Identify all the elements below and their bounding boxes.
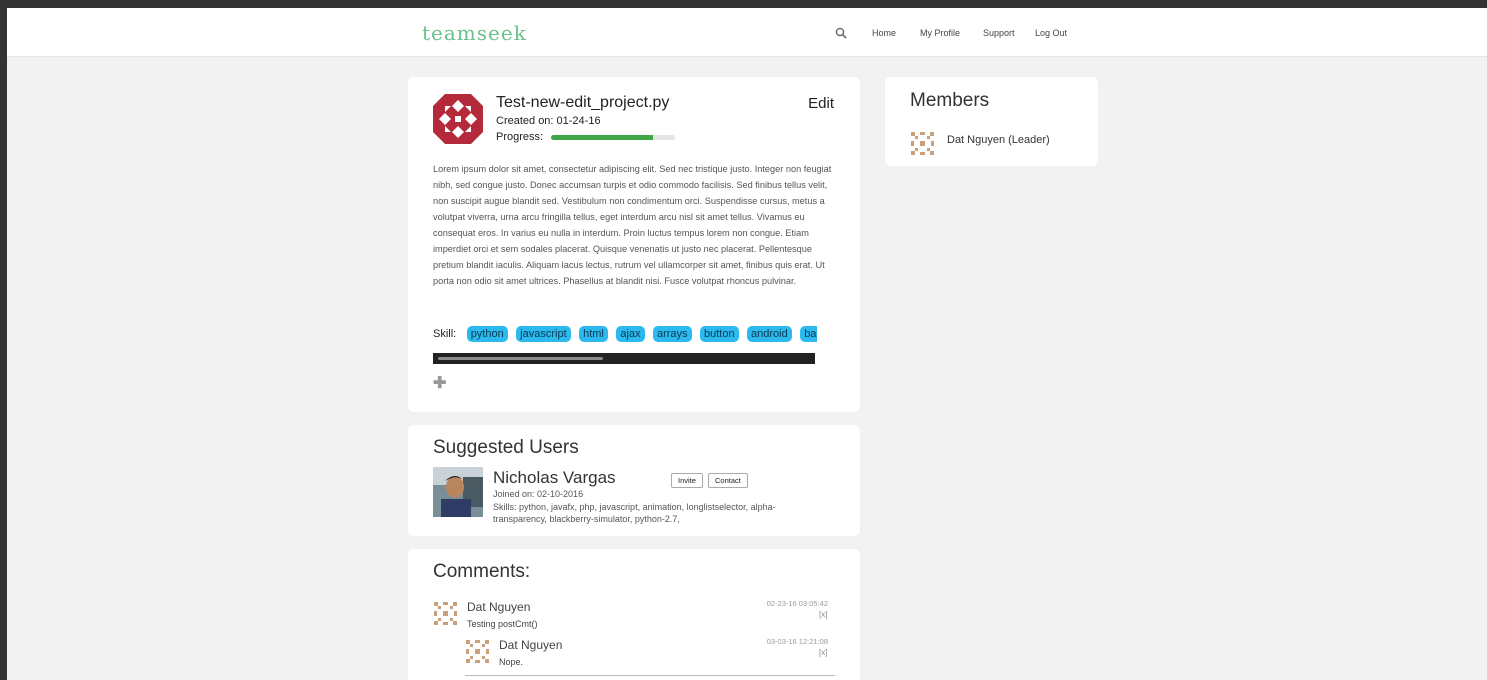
suggested-users-card: Suggested Users Nicholas Vargas Joined o… (408, 425, 860, 536)
progress-label: Progress: (496, 131, 544, 143)
edit-project-link[interactable]: Edit (808, 95, 834, 112)
delete-comment-button[interactable]: [x] (819, 610, 827, 619)
skill-tag-python[interactable]: python (466, 325, 508, 342)
reply-timestamp: 03-03-16 12:21:08 (766, 637, 828, 646)
skill-scrollbar-thumb[interactable] (438, 357, 603, 360)
top-navbar: teamseek Home My Profile Support Log Out (7, 8, 1487, 57)
project-description: Lorem ipsum dolor sit amet, consectetur … (433, 164, 832, 286)
skill-list: Skill: python javascript html ajax array… (433, 325, 817, 347)
suggested-user-name[interactable]: Nicholas Vargas (493, 468, 616, 488)
comment-text: Testing postCmt() (467, 619, 538, 629)
site-logo[interactable]: teamseek (422, 21, 527, 45)
member-avatar (911, 132, 934, 155)
suggested-user-joined: Joined on: 02-10-2016 (493, 489, 584, 499)
comment-timestamp: 02-23-16 03:05:42 (766, 599, 828, 608)
comment-divider (465, 675, 835, 676)
reply-author[interactable]: Dat Nguyen (499, 638, 562, 652)
suggested-user-skills: Skills: python, javafx, php, javascript,… (493, 502, 776, 524)
nav-support[interactable]: Support (983, 28, 1015, 38)
progress-bar (551, 135, 675, 140)
user-avatar[interactable] (433, 467, 483, 517)
skill-tag-javascript[interactable]: javascript (516, 325, 571, 342)
browser-viewport: teamseek Home My Profile Support Log Out (7, 8, 1487, 680)
skill-scrollbar[interactable] (433, 353, 815, 364)
reply-avatar (466, 640, 489, 663)
contact-button[interactable]: Contact (708, 473, 748, 488)
members-card: Members Dat Nguyen (Leader) (885, 77, 1098, 166)
project-created-date: Created on: 01-24-16 (496, 115, 601, 127)
project-title: Test-new-edit_project.py (496, 94, 670, 111)
project-card: Test-new-edit_project.py Created on: 01-… (408, 77, 860, 412)
member-name[interactable]: Dat Nguyen (Leader) (947, 134, 1050, 146)
comments-title: Comments: (433, 561, 531, 582)
nav-home[interactable]: Home (872, 28, 896, 38)
nav-log-out[interactable]: Log Out (1035, 28, 1067, 38)
skill-tag-button[interactable]: button (699, 325, 739, 342)
members-title: Members (910, 90, 990, 111)
delete-reply-button[interactable]: [x] (819, 648, 827, 657)
comment-avatar (434, 602, 457, 625)
invite-button[interactable]: Invite (671, 473, 703, 488)
search-icon[interactable] (835, 27, 847, 39)
skill-tag-android[interactable]: android (747, 325, 792, 342)
skill-tag-html[interactable]: html (579, 325, 608, 342)
skill-tag-ajax[interactable]: ajax (616, 325, 645, 342)
reply-text: Nope. (499, 657, 524, 667)
suggested-users-title: Suggested Users (433, 437, 579, 458)
plus-icon[interactable]: ✚ (433, 373, 446, 393)
skill-tag-arrays[interactable]: arrays (652, 325, 692, 342)
progress-bar-fill (551, 135, 653, 140)
skill-tag-bash[interactable]: bash (800, 325, 817, 342)
project-identicon (433, 94, 483, 144)
comment-author[interactable]: Dat Nguyen (467, 600, 530, 614)
comments-card: Comments: Dat Nguyen Testing postCmt() 0… (408, 549, 860, 680)
nav-my-profile[interactable]: My Profile (920, 28, 960, 38)
skill-label: Skill: (433, 327, 457, 340)
